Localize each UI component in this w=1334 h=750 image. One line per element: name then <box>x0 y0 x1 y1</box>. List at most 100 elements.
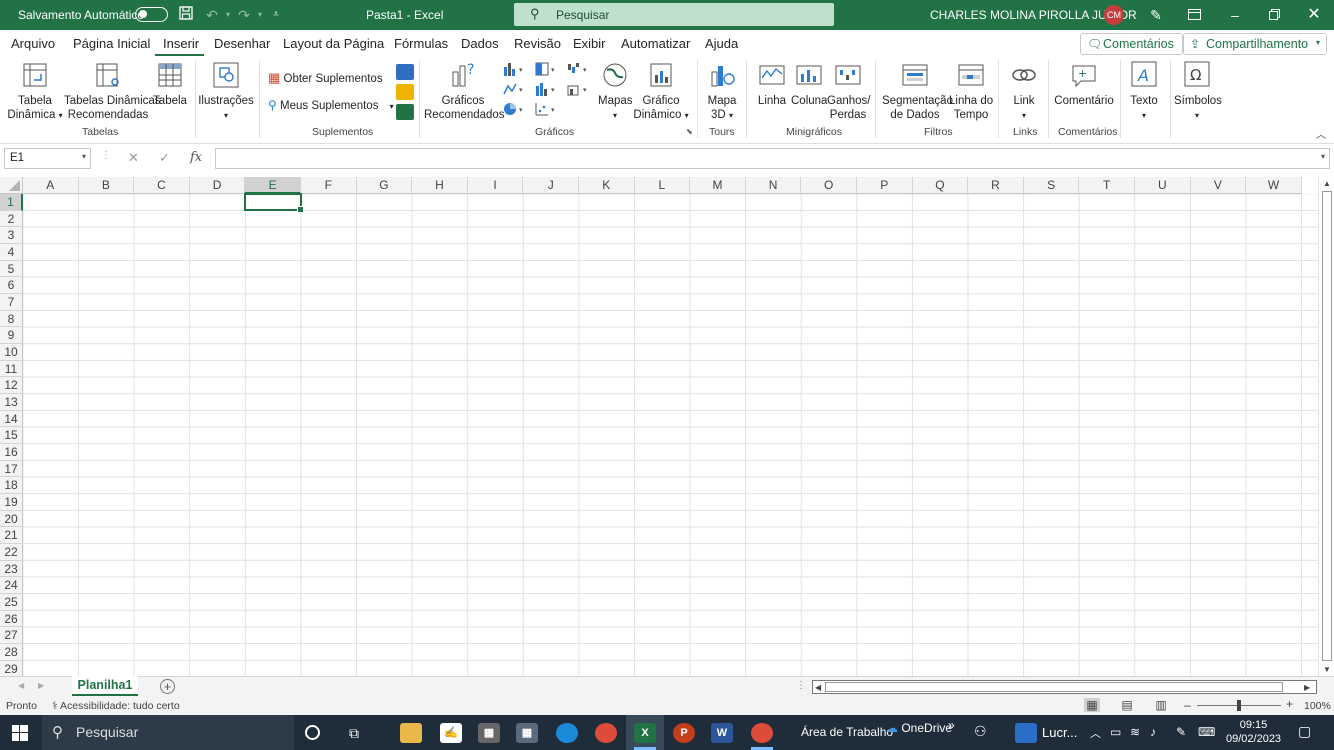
illustrations-button[interactable]: Ilustrações ▾ <box>198 60 254 123</box>
tab-layout-da-pagina[interactable]: Layout da Página <box>283 36 384 51</box>
share-dropdown-icon[interactable]: ▾ <box>1316 38 1320 47</box>
cortana-icon[interactable] <box>305 725 320 740</box>
comments-button[interactable]: 🗨 Comentários <box>1080 33 1183 55</box>
tab-exibir[interactable]: Exibir <box>573 36 606 51</box>
row-header-1[interactable]: 1 <box>0 194 23 211</box>
column-header-I[interactable]: I <box>467 177 524 194</box>
row-header-15[interactable]: 15 <box>0 427 23 445</box>
cell-area[interactable] <box>23 194 1318 676</box>
row-header-10[interactable]: 10 <box>0 344 23 361</box>
wifi-icon[interactable]: ≋ <box>1130 725 1140 739</box>
zoom-level[interactable]: 100% <box>1304 700 1331 712</box>
column-header-O[interactable]: O <box>801 177 857 194</box>
row-header-3[interactable]: 3 <box>0 227 23 244</box>
active-cell[interactable] <box>244 193 304 213</box>
zoom-out-icon[interactable]: – <box>1184 698 1191 712</box>
minimize-icon[interactable]: – <box>1225 5 1245 25</box>
tab-dados[interactable]: Dados <box>461 36 499 51</box>
row-header-20[interactable]: 20 <box>0 510 23 528</box>
column-header-F[interactable]: F <box>301 177 357 194</box>
edge-browser-icon[interactable] <box>556 723 578 743</box>
column-header-K[interactable]: K <box>579 177 635 194</box>
row-header-22[interactable]: 22 <box>0 544 23 561</box>
row-header-25[interactable]: 25 <box>0 594 23 611</box>
column-header-Q[interactable]: Q <box>912 177 969 194</box>
page-layout-view-icon[interactable]: ▤ <box>1119 698 1135 712</box>
name-box[interactable]: E1 ▾ <box>4 148 91 169</box>
avatar[interactable]: CM <box>1104 5 1124 25</box>
timeline-button[interactable]: Linha do Tempo <box>949 60 993 122</box>
row-header-18[interactable]: 18 <box>0 477 23 495</box>
ribbon-display-icon[interactable] <box>1184 5 1204 25</box>
touch-keyboard-icon[interactable]: ⌨ <box>1198 725 1215 739</box>
column-header-S[interactable]: S <box>1023 177 1080 194</box>
column-header-G[interactable]: G <box>356 177 413 194</box>
excel-taskbar-icon[interactable]: X <box>634 723 656 743</box>
column-header-B[interactable]: B <box>78 177 135 194</box>
normal-view-icon[interactable]: ▦ <box>1084 698 1100 712</box>
lucro-file-label[interactable]: Lucr... <box>1042 725 1077 740</box>
slicer-button[interactable]: Segmentação de Dados <box>882 60 953 122</box>
scroll-down-icon[interactable]: ▼ <box>1323 665 1331 674</box>
row-header-28[interactable]: 28 <box>0 644 23 661</box>
column-header-A[interactable]: A <box>23 177 79 194</box>
toolbar-overflow-icon[interactable]: » <box>948 718 955 732</box>
charts-dialog-launcher-icon[interactable]: ⬊ <box>686 127 693 136</box>
row-header-21[interactable]: 21 <box>0 527 23 545</box>
add-sheet-button[interactable]: + <box>160 679 175 694</box>
battery-icon[interactable]: ▭ <box>1110 725 1121 739</box>
file-explorer-icon[interactable] <box>400 723 422 743</box>
row-header-13[interactable]: 13 <box>0 394 23 411</box>
tab-formulas[interactable]: Fórmulas <box>394 36 448 51</box>
row-header-6[interactable]: 6 <box>0 277 23 294</box>
calculator-icon[interactable]: ▦ <box>516 723 538 743</box>
column-header-C[interactable]: C <box>134 177 190 194</box>
sheet-tab-planilha1[interactable]: Planilha1 <box>72 676 138 696</box>
sparkline-column-button[interactable]: Coluna <box>791 60 827 108</box>
task-view-icon[interactable]: ⧉ <box>343 723 365 743</box>
people-graph-icon[interactable] <box>396 104 414 120</box>
column-header-H[interactable]: H <box>412 177 468 194</box>
ink-app-icon[interactable]: ✍ <box>440 723 462 743</box>
windows-start-icon[interactable] <box>12 725 28 744</box>
row-header-2[interactable]: 2 <box>0 210 23 228</box>
tab-inserir[interactable]: Inserir <box>163 36 199 51</box>
formula-input[interactable]: ▾ <box>215 148 1330 169</box>
row-header-9[interactable]: 9 <box>0 327 23 345</box>
get-addins-button[interactable]: ▦ Obter Suplementos <box>268 70 383 86</box>
column-header-D[interactable]: D <box>189 177 246 194</box>
row-header-7[interactable]: 7 <box>0 294 23 311</box>
line-chart-icon[interactable]: ▾ <box>503 82 523 98</box>
row-header-12[interactable]: 12 <box>0 377 23 395</box>
save-icon[interactable] <box>176 5 196 25</box>
pen-workspace-icon[interactable]: ✎ <box>1176 725 1186 739</box>
next-sheet-icon[interactable]: ▶ <box>38 681 44 690</box>
column-header-P[interactable]: P <box>857 177 913 194</box>
tab-automatizar[interactable]: Automatizar <box>621 36 690 51</box>
scroll-left-icon[interactable]: ◀ <box>815 683 821 692</box>
column-chart-icon[interactable]: ▾ <box>503 62 523 78</box>
maps-button[interactable]: Mapas ▾ <box>598 60 633 123</box>
table-button[interactable]: Tabela <box>152 60 188 108</box>
customize-toolbar-icon[interactable]: ⩡ <box>266 5 286 25</box>
horizontal-scroll-thumb[interactable] <box>825 682 1283 692</box>
hierarchy-chart-icon[interactable]: ▾ <box>535 62 555 78</box>
show-hidden-icons[interactable]: ︿ <box>1090 725 1101 741</box>
text-button[interactable]: A Texto ▾ <box>1126 60 1162 123</box>
prev-sheet-icon[interactable]: ◀ <box>18 681 24 690</box>
combo-chart-icon[interactable]: ▾ <box>567 82 587 98</box>
visio-icon[interactable] <box>396 64 414 80</box>
scatter-chart-icon[interactable]: ▾ <box>535 102 555 118</box>
scroll-up-icon[interactable]: ▲ <box>1323 179 1331 188</box>
row-header-26[interactable]: 26 <box>0 610 23 628</box>
tab-ajuda[interactable]: Ajuda <box>705 36 738 51</box>
pen-icon[interactable]: ✎ <box>1146 5 1166 25</box>
volume-icon[interactable]: ♪ <box>1150 725 1156 739</box>
select-all-button[interactable] <box>0 177 23 194</box>
share-button[interactable]: ⇪ Compartilhamento ▾ <box>1183 33 1327 55</box>
recommended-charts-button[interactable]: ? Gráficos Recomendados <box>424 60 505 122</box>
tab-pagina-inicial[interactable]: Página Inicial <box>73 36 150 51</box>
expand-formula-icon[interactable]: ▾ <box>1321 152 1325 161</box>
notification-center-icon[interactable]: ▢ <box>1298 723 1311 740</box>
horizontal-scrollbar[interactable]: ◀ ▶ <box>812 680 1317 694</box>
